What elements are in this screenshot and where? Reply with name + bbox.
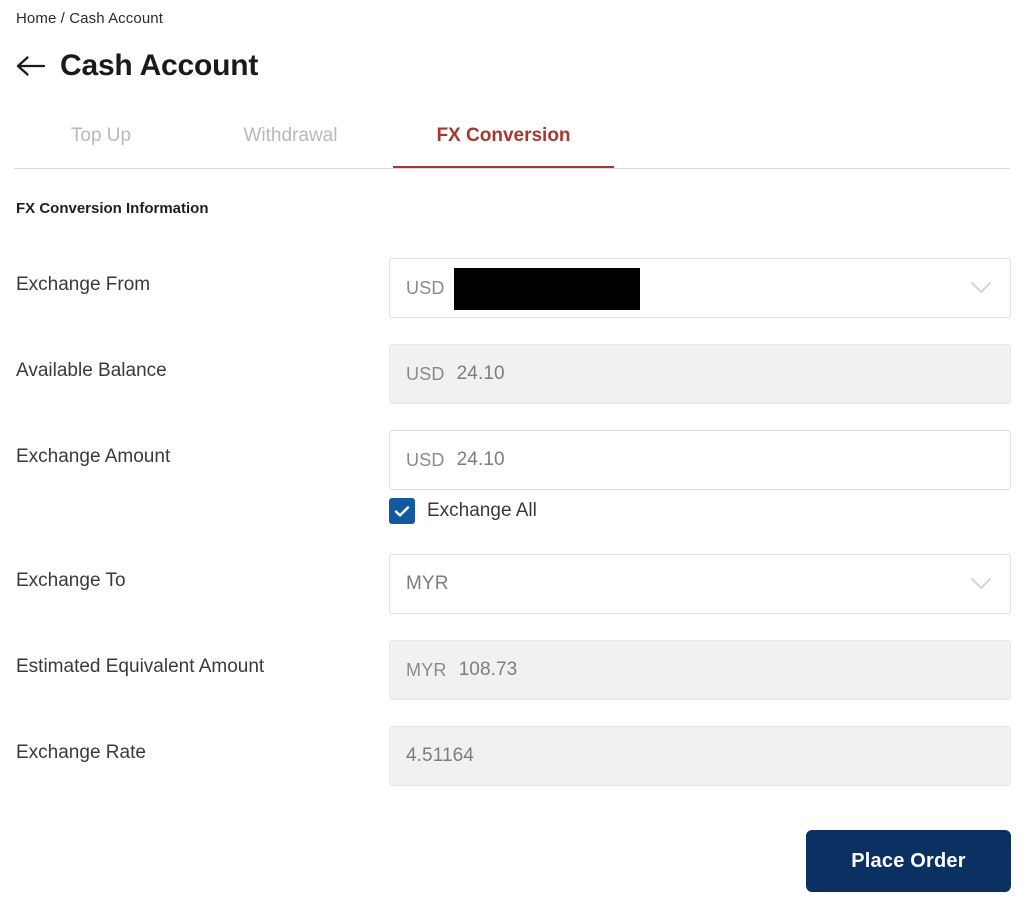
place-order-button[interactable]: Place Order <box>806 830 1011 892</box>
exchange-to-select[interactable]: MYR <box>389 554 1011 614</box>
exchange-all-checkbox-row[interactable]: Exchange All <box>389 498 537 524</box>
label-exchange-rate: Exchange Rate <box>16 742 146 763</box>
fx-conversion-form: Exchange From USD Available Balance USD … <box>0 248 1024 802</box>
form-footer: Place Order <box>0 830 1024 892</box>
chevron-down-icon[interactable] <box>968 275 994 301</box>
available-balance-field: USD 24.10 <box>389 344 1011 404</box>
section-heading: FX Conversion Information <box>16 200 209 217</box>
form-row-exchange-amount: Exchange Amount USD 24.10 Exchange All <box>0 420 1024 544</box>
redaction-overlay <box>454 268 640 310</box>
estimated-equivalent-amount-field: MYR 108.73 <box>389 640 1011 700</box>
page-title: Cash Account <box>60 49 259 82</box>
exchange-rate-value: 4.51164 <box>406 745 474 766</box>
exchange-amount-currency: USD <box>406 449 445 470</box>
available-balance-currency: USD <box>406 363 445 384</box>
checkmark-icon <box>394 505 410 517</box>
tab-bar: Top Up Withdrawal FX Conversion <box>14 122 1010 169</box>
label-available-balance: Available Balance <box>16 360 167 381</box>
form-row-available-balance: Available Balance USD 24.10 <box>0 334 1024 420</box>
form-row-exchange-rate: Exchange Rate 4.51164 <box>0 716 1024 802</box>
breadcrumb[interactable]: Home / Cash Account <box>16 10 163 27</box>
tab-bar-divider <box>14 168 1010 169</box>
exchange-amount-input[interactable]: USD 24.10 <box>389 430 1011 490</box>
label-exchange-from: Exchange From <box>16 274 151 295</box>
form-row-exchange-to: Exchange To MYR <box>0 544 1024 630</box>
tab-fx-conversion[interactable]: FX Conversion <box>393 123 614 169</box>
estimated-equivalent-amount-value: 108.73 <box>458 659 518 680</box>
available-balance-value: 24.10 <box>456 363 505 384</box>
tab-withdrawal[interactable]: Withdrawal <box>188 123 393 169</box>
exchange-from-currency: USD <box>406 277 445 298</box>
form-row-estimated-equivalent-amount: Estimated Equivalent Amount MYR 108.73 <box>0 630 1024 716</box>
estimated-equivalent-amount-currency: MYR <box>406 659 447 680</box>
exchange-from-select[interactable]: USD <box>389 258 1011 318</box>
exchange-amount-value: 24.10 <box>456 449 505 470</box>
exchange-to-value: MYR <box>406 573 449 594</box>
exchange-all-checkbox[interactable] <box>389 498 415 524</box>
page-header: Cash Account <box>14 49 258 83</box>
exchange-all-label: Exchange All <box>427 500 537 521</box>
chevron-down-icon[interactable] <box>968 571 994 597</box>
form-row-exchange-from: Exchange From USD <box>0 248 1024 334</box>
label-exchange-to: Exchange To <box>16 570 126 591</box>
exchange-rate-field: 4.51164 <box>389 726 1011 786</box>
arrow-left-icon[interactable] <box>14 49 48 83</box>
label-exchange-amount: Exchange Amount <box>16 446 171 467</box>
label-estimated-equivalent-amount: Estimated Equivalent Amount <box>16 656 265 677</box>
tab-top-up[interactable]: Top Up <box>14 123 188 169</box>
